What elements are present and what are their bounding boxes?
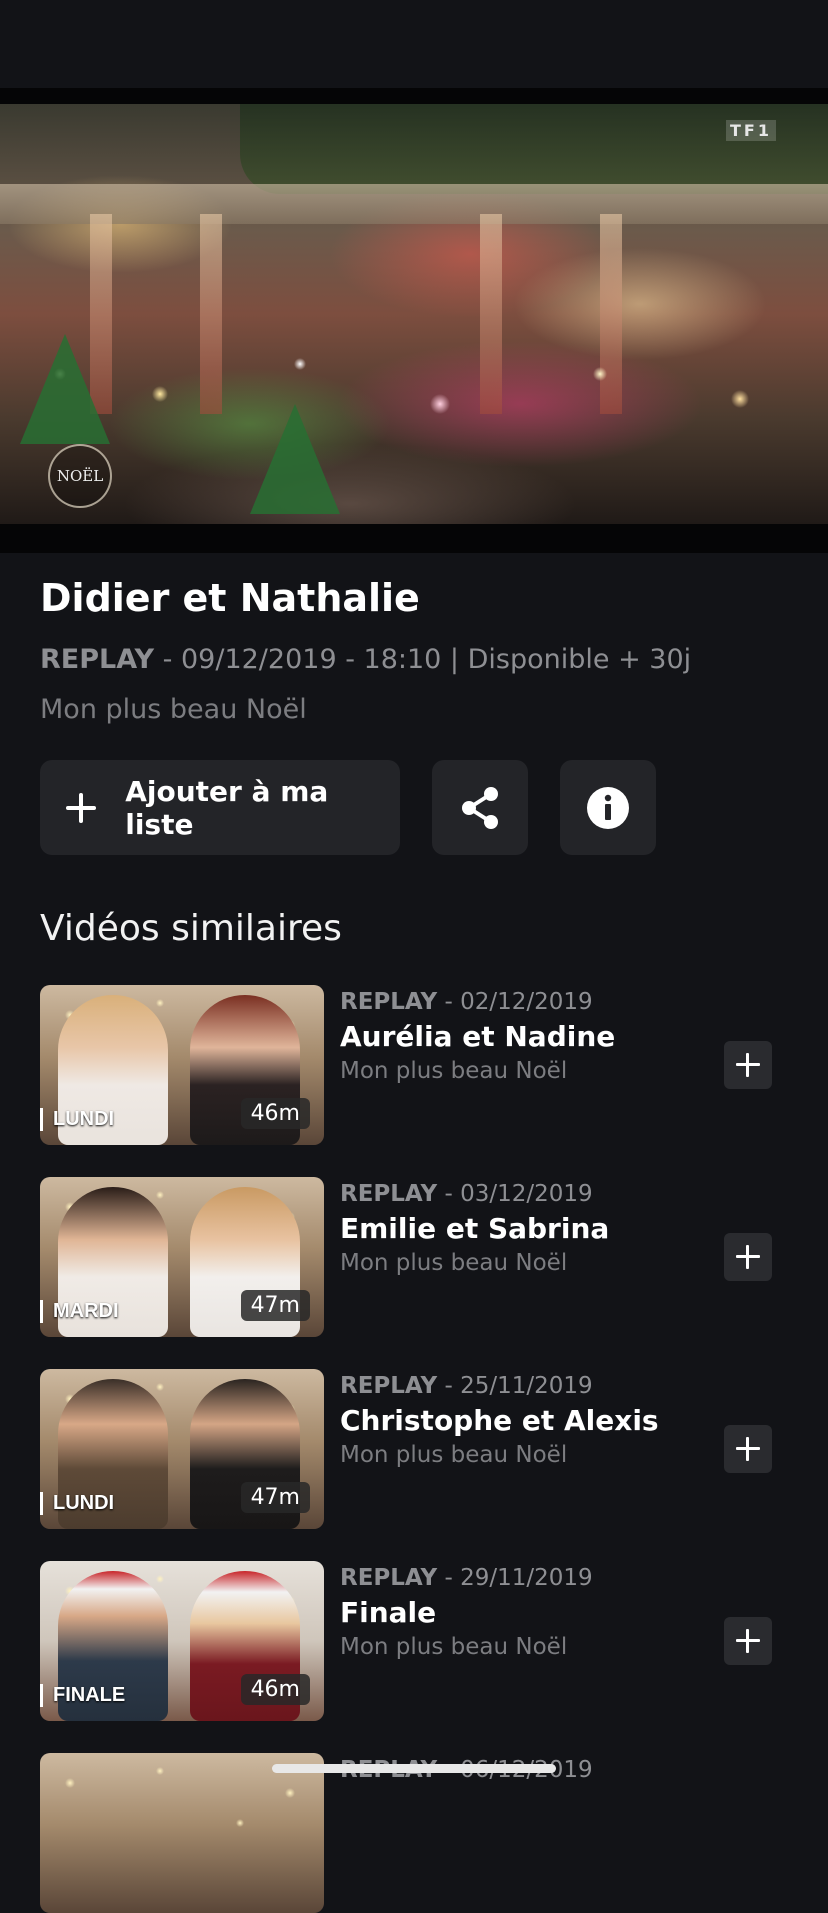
day-tag: MARDI — [40, 1300, 119, 1323]
info-button[interactable] — [560, 760, 656, 855]
video-type: REPLAY — [340, 1373, 438, 1399]
video-type: REPLAY — [340, 1181, 438, 1207]
video-date: - 25/11/2019 — [437, 1373, 593, 1399]
video-thumbnail[interactable]: LUNDI 46m — [40, 985, 324, 1145]
share-button[interactable] — [432, 760, 528, 855]
video-date: - 03/12/2019 — [437, 1181, 593, 1207]
day-tag: LUNDI — [40, 1108, 114, 1131]
video-date: - 29/11/2019 — [437, 1565, 593, 1591]
video-title: Emilie et Sabrina — [340, 1212, 610, 1245]
video-thumbnail[interactable] — [40, 1753, 324, 1913]
video-scene-garland — [240, 104, 828, 194]
video-meta: REPLAY - 29/11/2019 — [340, 1563, 593, 1593]
share-icon — [462, 786, 498, 829]
program-subtitle: Mon plus beau Noël — [40, 694, 307, 725]
info-icon — [587, 786, 629, 829]
similar-video-item[interactable]: LUNDI 47m REPLAY - 25/11/2019 Christophe… — [40, 1369, 800, 1529]
add-to-list-small-button[interactable] — [724, 1617, 772, 1665]
add-to-list-small-button[interactable] — [724, 1425, 772, 1473]
video-title: Finale — [340, 1596, 437, 1629]
program-title: Didier et Nathalie — [40, 576, 420, 620]
video-scene-house — [0, 184, 828, 224]
video-subtitle: Mon plus beau Noël — [340, 1250, 568, 1276]
home-indicator[interactable] — [272, 1764, 556, 1773]
video-subtitle: Mon plus beau Noël — [340, 1058, 568, 1084]
video-title: Aurélia et Nadine — [340, 1020, 616, 1053]
video-meta: REPLAY - 25/11/2019 — [340, 1371, 593, 1401]
video-date: - 02/12/2019 — [437, 989, 593, 1015]
channel-logo: TF1 — [726, 120, 776, 141]
video-scene-lights — [40, 354, 800, 434]
similar-video-item[interactable]: LUNDI 46m REPLAY - 02/12/2019 Aurélia et… — [40, 985, 800, 1145]
video-player[interactable]: TF1 NOËL — [0, 88, 828, 553]
status-bar — [0, 0, 828, 88]
show-logo-seal: NOËL — [48, 444, 112, 508]
video-meta: REPLAY - 03/12/2019 — [340, 1179, 593, 1209]
thumbnail-background — [40, 1753, 324, 1913]
similar-video-item[interactable]: REPLAY - 06/12/2019 — [40, 1753, 800, 1913]
duration-badge: 46m — [240, 1674, 310, 1705]
video-subtitle: Mon plus beau Noël — [340, 1634, 568, 1660]
add-to-list-label: Ajouter à ma liste — [125, 774, 329, 841]
similar-video-item[interactable]: MARDI 47m REPLAY - 03/12/2019 Emilie et … — [40, 1177, 800, 1337]
plus-icon — [64, 791, 97, 825]
video-thumbnail[interactable]: FINALE 46m — [40, 1561, 324, 1721]
video-frame[interactable]: TF1 NOËL — [0, 104, 828, 524]
day-tag: LUNDI — [40, 1492, 114, 1515]
similar-videos-heading: Vidéos similaires — [40, 908, 342, 949]
day-tag: FINALE — [40, 1684, 125, 1707]
video-type: REPLAY — [340, 989, 438, 1015]
video-type: REPLAY — [340, 1565, 438, 1591]
duration-badge: 46m — [240, 1098, 310, 1129]
video-subtitle: Mon plus beau Noël — [340, 1442, 568, 1468]
video-thumbnail[interactable]: MARDI 47m — [40, 1177, 324, 1337]
video-title: Christophe et Alexis — [340, 1404, 659, 1437]
add-to-list-small-button[interactable] — [724, 1041, 772, 1089]
add-to-list-button[interactable]: Ajouter à ma liste — [40, 760, 400, 855]
video-meta: REPLAY - 02/12/2019 — [340, 987, 593, 1017]
program-type: REPLAY — [40, 644, 155, 675]
video-scene-tree — [20, 334, 110, 444]
program-details: - 09/12/2019 - 18:10 | Disponible + 30j — [154, 644, 692, 675]
program-meta: REPLAY - 09/12/2019 - 18:10 | Disponible… — [40, 642, 691, 678]
video-scene-tree — [250, 404, 340, 514]
video-thumbnail[interactable]: LUNDI 47m — [40, 1369, 324, 1529]
similar-video-item[interactable]: FINALE 46m REPLAY - 29/11/2019 Finale Mo… — [40, 1561, 800, 1721]
duration-badge: 47m — [240, 1482, 310, 1513]
duration-badge: 47m — [240, 1290, 310, 1321]
add-to-list-small-button[interactable] — [724, 1233, 772, 1281]
